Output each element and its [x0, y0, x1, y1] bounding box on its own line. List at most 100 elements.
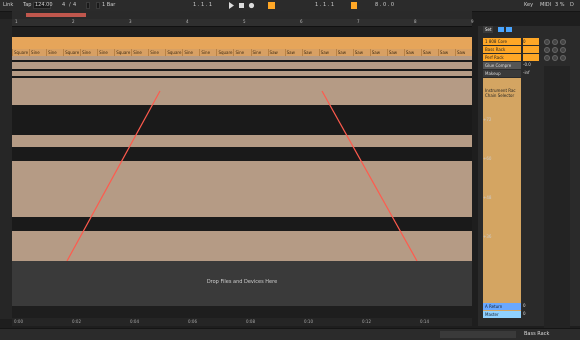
ruler-bar-number: 2	[72, 19, 75, 24]
track-volume[interactable]: 0	[523, 38, 539, 45]
beat-ruler[interactable]: 1 2 3 4 5 6 7 8 9	[12, 19, 474, 27]
return-track-header[interactable]: A Return	[483, 303, 521, 310]
clip-segment-label: Saw	[284, 49, 302, 56]
clip-segment-label: Saw	[386, 49, 404, 56]
time-label: 0:10	[304, 319, 313, 324]
loop-length[interactable]: 8 . 0 . 0	[375, 2, 394, 9]
clip-segment-label: Saw	[437, 49, 455, 56]
time-label: 0:14	[420, 319, 429, 324]
midi-map-button[interactable]: MIDI	[540, 2, 551, 9]
record-icon[interactable]	[248, 2, 255, 9]
master-track-header[interactable]: Master	[483, 311, 521, 318]
overview-highlight	[26, 13, 86, 17]
automation-curve[interactable]	[12, 56, 472, 261]
track-header[interactable]: Bass Rack	[483, 46, 521, 53]
quantize-menu[interactable]: 1 Bar	[102, 2, 115, 9]
clip-segment-label: Square	[216, 49, 233, 56]
clip-segment-label: Sine	[131, 49, 148, 56]
status-field[interactable]	[440, 331, 516, 338]
midi-note-editor[interactable]	[12, 56, 472, 261]
loop-switch-icon[interactable]	[351, 2, 357, 9]
clip-segment-label: Square	[114, 49, 131, 56]
track-header[interactable]: 1 808 Core	[483, 38, 521, 45]
clip-name-bar[interactable]: Square Sine Sine Square Sine Sine Square Sine Si…	[12, 49, 472, 56]
signature-numerator[interactable]: 4	[62, 2, 65, 9]
time-label: 0:02	[72, 319, 81, 324]
track-color-icon[interactable]	[506, 27, 512, 32]
tempo-field[interactable]: 124.00	[33, 2, 53, 9]
clip-segment-label: Saw	[267, 49, 285, 56]
status-track-name: Bass Rack	[524, 331, 550, 337]
time-ruler[interactable]: 0:00 0:02 0:04 0:06 0:08 0:10 0:12 0:14	[12, 318, 472, 326]
chain-scale-label: +72	[483, 117, 492, 122]
status-bar: Bass Rack	[0, 328, 580, 340]
chain-scale-label: +36	[483, 234, 492, 239]
arm-button-icon[interactable]	[560, 55, 566, 61]
makeup-label: Makeup	[483, 70, 521, 77]
drop-hint: Drop Files and Devices Here	[206, 279, 278, 285]
master-value: 0	[523, 311, 526, 316]
clip-segment-label: Sine	[233, 49, 250, 56]
play-icon[interactable]	[228, 2, 235, 9]
loop-start[interactable]: 1 . 1 . 1	[315, 2, 334, 9]
midi-clip-header[interactable]	[12, 37, 472, 49]
clip-segment-label: Sine	[182, 49, 199, 56]
mute-button-icon[interactable]	[544, 39, 550, 45]
solo-button-icon[interactable]	[552, 39, 558, 45]
tap-button[interactable]: Tap	[23, 2, 31, 9]
stop-icon[interactable]	[238, 2, 245, 9]
ruler-bar-number: 6	[300, 19, 303, 24]
clip-segment-label: Sine	[29, 49, 46, 56]
automation-arm-icon[interactable]	[268, 2, 275, 9]
clip-segment-label: Sine	[199, 49, 216, 56]
key-map-button[interactable]: Key	[524, 2, 533, 9]
signature-denominator[interactable]: 4	[73, 2, 76, 9]
time-label: 0:06	[188, 319, 197, 324]
clip-segment-label: Sine	[97, 49, 114, 56]
mixer-strip	[544, 66, 570, 336]
clip-segment-label: Saw	[420, 49, 438, 56]
link-button[interactable]: Link	[3, 2, 13, 9]
ruler-bar-number: 1	[15, 19, 18, 24]
clip-segment-label: Sine	[148, 49, 165, 56]
return-value: 0	[523, 303, 526, 308]
left-gutter	[0, 19, 12, 319]
arm-button-icon[interactable]	[560, 39, 566, 45]
solo-button-icon[interactable]	[552, 47, 558, 53]
signature-slash: /	[69, 2, 71, 8]
rack-title: Instrument Rac Chain Selector	[485, 88, 516, 98]
ruler-bar-number: 5	[243, 19, 246, 24]
mute-button-icon[interactable]	[544, 47, 550, 53]
track-panel: Set 1 808 Core Bass Rack Perf Rack Glue …	[478, 26, 580, 336]
clip-segment-label: Saw	[403, 49, 421, 56]
solo-button-icon[interactable]	[552, 55, 558, 61]
drop-zone[interactable]: Drop Files and Devices Here	[12, 261, 472, 306]
arm-button-icon[interactable]	[560, 47, 566, 53]
track-header[interactable]: Perf Rack	[483, 54, 521, 61]
disk-indicator: D	[570, 2, 574, 8]
time-label: 0:00	[14, 319, 23, 324]
track-volume[interactable]	[523, 54, 539, 61]
clip-segment-label: Saw	[335, 49, 353, 56]
mute-button-icon[interactable]	[544, 55, 550, 61]
time-label: 0:04	[130, 319, 139, 324]
arrangement-overview[interactable]	[12, 11, 472, 19]
metronome-icon[interactable]	[86, 2, 90, 9]
clip-segment-label: Sine	[46, 49, 63, 56]
clip-segment-label: Saw	[318, 49, 336, 56]
clip-segment-label: Square	[12, 49, 29, 56]
quantize-icon[interactable]	[96, 2, 100, 9]
clip-segment-label: Sine	[80, 49, 97, 56]
time-label: 0:08	[246, 319, 255, 324]
ruler-bar-number: 9	[471, 19, 474, 24]
set-label: Set	[483, 26, 493, 33]
device-header[interactable]: Glue Compre	[483, 62, 521, 69]
time-label: 0:12	[362, 319, 371, 324]
ruler-bar-number: 4	[186, 19, 189, 24]
chain-scale-label: +60	[483, 156, 492, 161]
track-volume[interactable]	[523, 46, 539, 53]
device-value: -0.0	[523, 62, 531, 67]
chain-scale-label: +48	[483, 195, 492, 200]
track-color-icon[interactable]	[498, 27, 504, 32]
arrangement-position[interactable]: 1 . 1 . 1	[193, 2, 212, 9]
